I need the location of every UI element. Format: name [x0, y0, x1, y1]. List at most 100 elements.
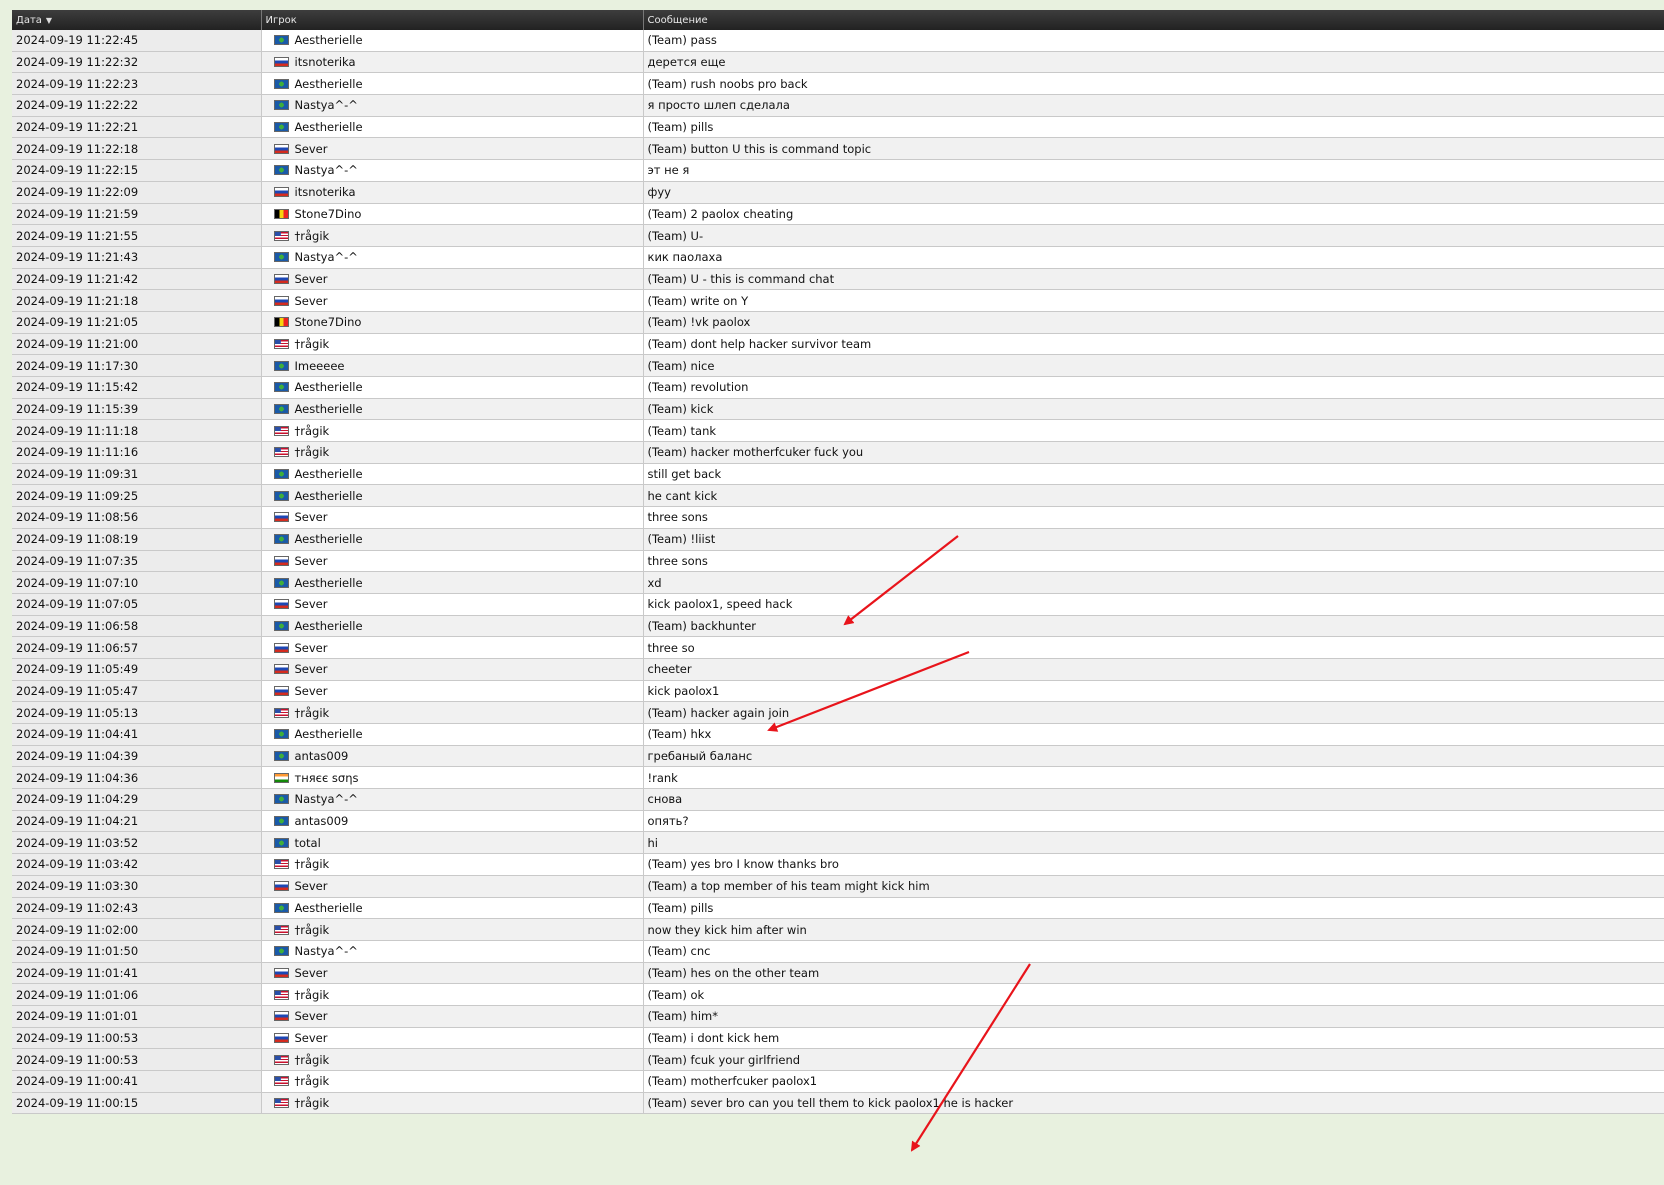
- player-name-link[interactable]: Sever: [295, 554, 328, 568]
- player-name-link[interactable]: Sever: [295, 879, 328, 893]
- player-name-link[interactable]: †rågik: [295, 923, 330, 937]
- player-name-link[interactable]: Aestherielle: [295, 380, 363, 394]
- player-name-link[interactable]: Aestherielle: [295, 33, 363, 47]
- player-name-link[interactable]: †rågik: [295, 424, 330, 438]
- player-name-link[interactable]: antas009: [295, 749, 349, 763]
- cell-player[interactable]: †rågik: [261, 853, 644, 876]
- player-name-link[interactable]: Aestherielle: [295, 576, 363, 590]
- player-name-link[interactable]: †rågik: [295, 706, 330, 720]
- player-name-link[interactable]: Aestherielle: [295, 402, 363, 416]
- player-name-link[interactable]: Aestherielle: [295, 532, 363, 546]
- player-name-link[interactable]: Aestherielle: [295, 489, 363, 503]
- player-name-link[interactable]: Stone7Dino: [295, 207, 362, 221]
- player-name-link[interactable]: Sever: [295, 510, 328, 524]
- cell-player[interactable]: total: [261, 831, 644, 855]
- cell-player[interactable]: Imeeeee: [261, 354, 644, 377]
- cell-player[interactable]: Sever: [261, 593, 644, 616]
- player-name-link[interactable]: †rågik: [295, 229, 330, 243]
- player-name-link[interactable]: Sever: [295, 641, 328, 655]
- cell-player[interactable]: Sever: [261, 289, 644, 312]
- column-header-player[interactable]: Игрок: [261, 10, 644, 30]
- cell-player[interactable]: †rågik: [261, 701, 644, 724]
- cell-player[interactable]: †rågik: [261, 1070, 644, 1093]
- cell-player[interactable]: Sever: [261, 636, 644, 659]
- cell-player[interactable]: Nastya^-^: [261, 159, 644, 182]
- cell-player[interactable]: Sever: [261, 550, 644, 573]
- cell-player[interactable]: Sever: [261, 1005, 644, 1028]
- player-name-link[interactable]: antas009: [295, 814, 349, 828]
- cell-player[interactable]: Nastya^-^: [261, 788, 644, 811]
- player-name-link[interactable]: Aestherielle: [295, 901, 363, 915]
- cell-player[interactable]: Sever: [261, 1027, 644, 1050]
- player-name-link[interactable]: Aestherielle: [295, 467, 363, 481]
- cell-player[interactable]: Aestherielle: [261, 897, 644, 920]
- cell-player[interactable]: itsnoterika: [261, 181, 644, 204]
- cell-player[interactable]: Sever: [261, 658, 644, 681]
- cell-player[interactable]: itsnoterika: [261, 51, 644, 74]
- column-header-message[interactable]: Сообщение: [643, 10, 1664, 30]
- player-name-link[interactable]: Nastya^-^: [295, 163, 358, 177]
- player-name-link[interactable]: Nastya^-^: [295, 250, 358, 264]
- cell-player[interactable]: тняєє ѕσηѕ: [261, 766, 644, 790]
- player-name-link[interactable]: Sever: [295, 684, 328, 698]
- cell-player[interactable]: Stone7Dino: [261, 311, 644, 334]
- player-name-link[interactable]: Sever: [295, 294, 328, 308]
- cell-player[interactable]: Stone7Dino: [261, 203, 644, 226]
- player-name-link[interactable]: †rågik: [295, 1096, 330, 1110]
- player-name-link[interactable]: Stone7Dino: [295, 315, 362, 329]
- player-name-link[interactable]: †rågik: [295, 1074, 330, 1088]
- player-name-link[interactable]: †rågik: [295, 988, 330, 1002]
- cell-player[interactable]: Sever: [261, 268, 644, 291]
- cell-player[interactable]: Aestherielle: [261, 615, 644, 638]
- player-name-link[interactable]: Imeeeee: [295, 359, 345, 373]
- cell-player[interactable]: Sever: [261, 506, 644, 529]
- cell-player[interactable]: Aestherielle: [261, 571, 644, 594]
- player-name-link[interactable]: Sever: [295, 142, 328, 156]
- cell-player[interactable]: †rågik: [261, 224, 644, 247]
- cell-player[interactable]: Sever: [261, 875, 644, 898]
- player-name-link[interactable]: Aestherielle: [295, 120, 363, 134]
- player-name-link[interactable]: тняєє ѕσηѕ: [295, 771, 359, 785]
- cell-player[interactable]: Aestherielle: [261, 484, 644, 508]
- cell-player[interactable]: Nastya^-^: [261, 940, 644, 963]
- cell-player[interactable]: †rågik: [261, 918, 644, 941]
- cell-player[interactable]: antas009: [261, 810, 644, 833]
- player-name-link[interactable]: †rågik: [295, 1053, 330, 1067]
- cell-player[interactable]: antas009: [261, 745, 644, 768]
- player-name-link[interactable]: total: [295, 836, 321, 850]
- player-name-link[interactable]: Nastya^-^: [295, 792, 358, 806]
- cell-player[interactable]: Sever: [261, 962, 644, 985]
- cell-player[interactable]: Aestherielle: [261, 463, 644, 486]
- player-name-link[interactable]: Nastya^-^: [295, 944, 358, 958]
- cell-player[interactable]: Nastya^-^: [261, 94, 644, 117]
- cell-player[interactable]: Sever: [261, 137, 644, 161]
- cell-player[interactable]: Aestherielle: [261, 72, 644, 96]
- player-name-link[interactable]: Aestherielle: [295, 727, 363, 741]
- player-name-link[interactable]: †rågik: [295, 337, 330, 351]
- cell-player[interactable]: †rågik: [261, 983, 644, 1006]
- player-name-link[interactable]: Sever: [295, 662, 328, 676]
- cell-player[interactable]: Aestherielle: [261, 116, 644, 139]
- player-name-link[interactable]: Sever: [295, 1031, 328, 1045]
- player-name-link[interactable]: †rågik: [295, 857, 330, 871]
- cell-player[interactable]: †rågik: [261, 1092, 644, 1115]
- cell-player[interactable]: †rågik: [261, 333, 644, 356]
- cell-player[interactable]: †rågik: [261, 1048, 644, 1071]
- cell-player[interactable]: Aestherielle: [261, 723, 644, 746]
- cell-player[interactable]: Aestherielle: [261, 30, 644, 52]
- cell-player[interactable]: †rågik: [261, 419, 644, 443]
- cell-player[interactable]: †rågik: [261, 441, 644, 464]
- cell-player[interactable]: Aestherielle: [261, 398, 644, 421]
- player-name-link[interactable]: Nastya^-^: [295, 98, 358, 112]
- player-name-link[interactable]: itsnoterika: [295, 185, 356, 199]
- player-name-link[interactable]: †rågik: [295, 445, 330, 459]
- cell-player[interactable]: Nastya^-^: [261, 246, 644, 269]
- player-name-link[interactable]: Sever: [295, 272, 328, 286]
- cell-player[interactable]: Aestherielle: [261, 376, 644, 399]
- player-name-link[interactable]: itsnoterika: [295, 55, 356, 69]
- column-header-date[interactable]: Дата ▼: [12, 10, 262, 30]
- player-name-link[interactable]: Sever: [295, 966, 328, 980]
- player-name-link[interactable]: Aestherielle: [295, 619, 363, 633]
- player-name-link[interactable]: Aestherielle: [295, 77, 363, 91]
- player-name-link[interactable]: Sever: [295, 1009, 328, 1023]
